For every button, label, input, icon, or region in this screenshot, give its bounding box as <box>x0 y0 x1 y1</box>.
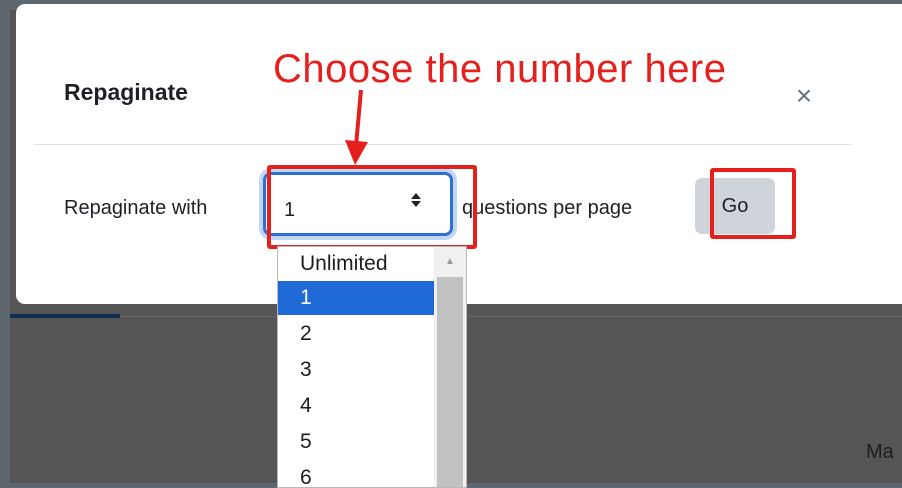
scroll-up-icon[interactable]: ▲ <box>434 247 466 277</box>
go-button[interactable]: Go <box>695 178 775 234</box>
caret-updown-icon <box>411 193 421 207</box>
questions-per-page-label: questions per page <box>462 197 633 219</box>
close-icon[interactable]: × <box>791 81 817 111</box>
annotation-arrow-icon <box>345 89 368 165</box>
option-4[interactable]: 4 <box>278 389 434 423</box>
background-tab-indicator <box>10 314 120 318</box>
background-divider <box>120 316 902 317</box>
dropdown-scrollbar[interactable]: ▲ <box>434 247 466 487</box>
option-2[interactable]: 2 <box>278 317 434 351</box>
modal-header-divider <box>34 144 852 145</box>
background-partial-text: Ma <box>866 441 894 463</box>
option-unlimited[interactable]: Unlimited <box>278 247 434 281</box>
option-5[interactable]: 5 <box>278 425 434 459</box>
option-3[interactable]: 3 <box>278 353 434 387</box>
select-current-value: 1 <box>284 199 296 221</box>
option-6[interactable]: 6 <box>278 461 434 487</box>
annotation-text: Choose the number here <box>273 47 727 91</box>
select-dropdown-list[interactable]: Unlimited 1 2 3 4 5 6 ▲ <box>277 246 467 488</box>
option-1[interactable]: 1 <box>278 281 434 315</box>
scroll-thumb[interactable] <box>437 277 463 487</box>
questions-per-page-select[interactable]: 1 <box>263 172 453 236</box>
repaginate-with-label: Repaginate with <box>64 197 208 219</box>
select-caret-icon <box>410 192 422 211</box>
modal-title: Repaginate <box>64 79 188 105</box>
